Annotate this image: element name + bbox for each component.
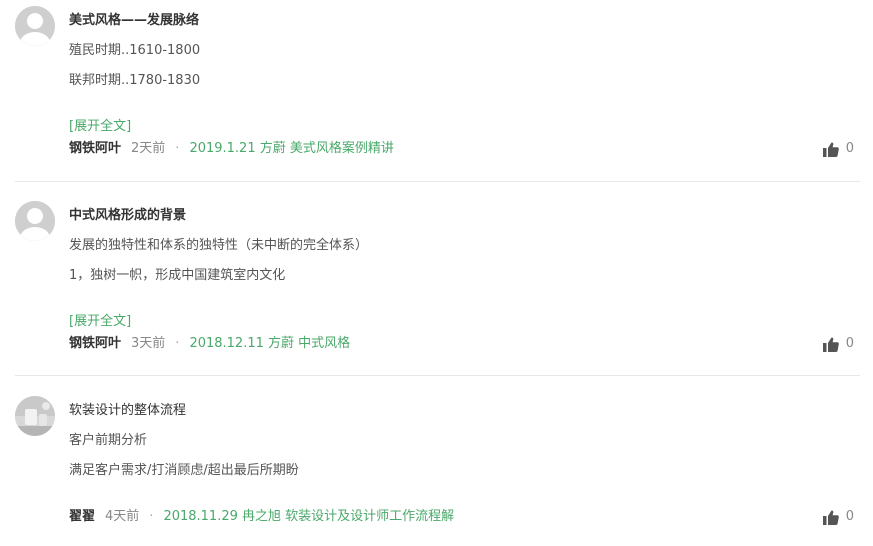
author-name[interactable]: 钢铁阿叶 [69, 336, 121, 351]
author-name[interactable]: 钢铁阿叶 [69, 141, 121, 156]
like-count: 0 [845, 141, 854, 156]
meta-separator: · [175, 336, 180, 351]
course-reference-link[interactable]: 2019.1.21 方蔚 美式风格案例精讲 [189, 141, 393, 156]
user-silhouette-icon [15, 6, 55, 46]
note-line: 发展的独特性和体系的独特性（未中断的完全体系） [69, 238, 369, 253]
note-line: 1，独树一帜，形成中国建筑室内文化 [69, 268, 286, 283]
thumbs-up-icon [822, 336, 839, 352]
course-reference-link[interactable]: 2018.11.29 冉之旭 软装设计及设计师工作流程解 [163, 509, 454, 524]
like-button[interactable]: 0 [822, 508, 854, 526]
like-count: 0 [845, 509, 854, 524]
expand-full-text-link[interactable]: [展开全文] [69, 118, 131, 136]
note-line: 满足客户需求/打消顾虑/超出最后所期盼 [69, 463, 299, 478]
thumbs-up-icon [822, 509, 839, 525]
user-silhouette-icon [15, 201, 55, 241]
expand-full-text-link[interactable]: [展开全文] [69, 313, 131, 331]
note-title[interactable]: 中式风格形成的背景 [69, 207, 186, 225]
post-time: 2天前 [131, 141, 166, 156]
user-avatar[interactable] [15, 396, 55, 436]
like-button[interactable]: 0 [822, 335, 854, 353]
photo-avatar-icon [15, 396, 55, 436]
note-line: 客户前期分析 [69, 433, 148, 448]
like-count: 0 [845, 336, 854, 351]
meta-separator: · [175, 141, 180, 156]
like-button[interactable]: 0 [822, 140, 854, 158]
note-title[interactable]: 美式风格——发展脉络 [69, 12, 199, 30]
thumbs-up-icon [822, 141, 839, 157]
notes-feed: 美式风格——发展脉络 殖民时期..1610-1800 联邦时期..1780-18… [0, 0, 873, 546]
user-avatar[interactable] [15, 6, 55, 46]
note-meta: 翟翟 4天前 · 2018.11.29 冉之旭 软装设计及设计师工作流程解 [69, 508, 454, 526]
user-avatar[interactable] [15, 201, 55, 241]
note-meta: 钢铁阿叶 3天前 · 2018.12.11 方蔚 中式风格 [69, 335, 350, 353]
note-line: 联邦时期..1780-1830 [69, 73, 201, 88]
note-meta: 钢铁阿叶 2天前 · 2019.1.21 方蔚 美式风格案例精讲 [69, 140, 394, 158]
note-title[interactable]: 软装设计的整体流程 [69, 402, 186, 420]
post-time: 3天前 [131, 336, 166, 351]
divider [15, 375, 860, 376]
author-name[interactable]: 翟翟 [69, 509, 95, 524]
divider [15, 181, 860, 182]
course-reference-link[interactable]: 2018.12.11 方蔚 中式风格 [189, 336, 350, 351]
post-time: 4天前 [105, 509, 140, 524]
meta-separator: · [149, 509, 154, 524]
note-line: 殖民时期..1610-1800 [69, 43, 201, 58]
